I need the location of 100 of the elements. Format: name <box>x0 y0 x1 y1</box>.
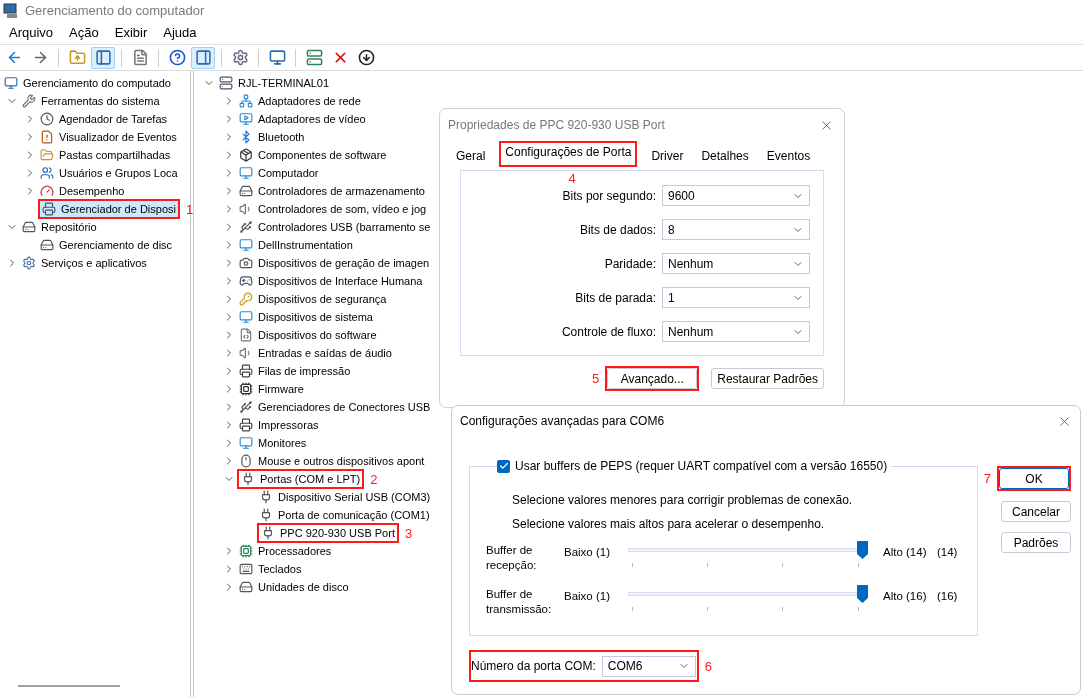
tree-item[interactable]: Desempenho <box>38 183 127 199</box>
dialog-title: Configurações avançadas para COM6 <box>460 413 665 430</box>
package-icon <box>239 148 253 162</box>
printer-icon <box>42 202 56 216</box>
help-icon <box>168 49 186 66</box>
camera-icon <box>239 256 253 270</box>
tree-item[interactable]: Mouse e outros dispositivos apont <box>237 453 427 469</box>
chip-icon <box>239 382 253 396</box>
gauge-icon <box>40 184 54 198</box>
tree-item[interactable]: Adaptadores de rede <box>237 93 363 109</box>
tree-item[interactable]: DellInstrumentation <box>237 237 355 253</box>
tree-item[interactable]: Entradas e saídas de áudio <box>237 345 394 361</box>
tree-item[interactable]: Dispositivos de geração de imagen <box>237 255 432 271</box>
tree-item[interactable]: Filas de impressão <box>237 363 353 379</box>
check-icon <box>498 461 509 471</box>
tree-item[interactable]: Impressoras <box>237 417 321 433</box>
menu-item[interactable]: Ação <box>61 23 107 43</box>
tree-item[interactable]: Monitores <box>237 435 309 451</box>
checkbox[interactable] <box>497 459 510 473</box>
tree-item[interactable]: Ferramentas do sistema <box>20 93 162 109</box>
dropdown[interactable]: Nenhum <box>662 253 810 274</box>
dropdown[interactable]: 9600 <box>662 185 810 206</box>
tree-item[interactable]: Dispositivos de segurança <box>237 291 389 307</box>
monitor-icon <box>239 310 253 324</box>
tree-item[interactable]: Pastas compartilhadas <box>38 147 173 163</box>
document-icon <box>131 49 149 66</box>
tree-item[interactable]: Controladores USB (barramento se <box>237 219 433 235</box>
tree-item[interactable]: Controladores de som, vídeo e jog <box>237 201 429 217</box>
monitor-icon <box>268 49 286 66</box>
dialog-button[interactable]: Avançado... <box>607 368 698 389</box>
field-label: Controle de fluxo: <box>561 323 656 341</box>
annotation-number: 3 <box>404 526 413 540</box>
tree-item[interactable]: Teclados <box>237 561 304 577</box>
file-icon <box>239 328 253 342</box>
tree-item[interactable]: Agendador de Tarefas <box>38 111 170 127</box>
tree-item[interactable]: Porta de comunicação (COM1) <box>257 507 432 523</box>
usb-icon <box>239 220 253 234</box>
tree-item[interactable]: Usuários e Grupos Loca <box>38 165 180 181</box>
field-label: Bits de dados: <box>579 221 656 239</box>
gear-icon <box>231 49 249 66</box>
monitor-icon <box>239 436 253 450</box>
server-icon <box>305 49 323 66</box>
hint-text: Selecione valores menores para corrigir problemas de conexão. <box>511 492 854 509</box>
tree-item[interactable]: Repositório <box>20 219 99 235</box>
annotation-number: 6 <box>704 659 712 673</box>
tree-item[interactable]: PPC 920-930 USB Port <box>259 525 397 541</box>
wrench-icon <box>22 94 36 108</box>
tree-item[interactable]: Unidades de disco <box>237 579 351 595</box>
annotation-number: 1 <box>185 202 194 216</box>
range-max-label: Alto (16) <box>883 589 928 604</box>
tree-item[interactable]: Gerenciamento de disc <box>38 237 175 253</box>
tree-item[interactable]: Bluetooth <box>237 129 307 145</box>
tree-item[interactable]: Serviços e aplicativos <box>20 255 149 271</box>
dialog-button[interactable]: Padrões <box>1001 532 1071 553</box>
tree-item[interactable]: Adaptadores de vídeo <box>237 111 368 127</box>
dialog-button[interactable]: Cancelar <box>1001 501 1071 522</box>
menu-item[interactable]: Exibir <box>106 23 156 43</box>
dropdown[interactable]: 1 <box>662 287 810 308</box>
tree-item[interactable]: Dispositivos do software <box>237 327 379 343</box>
tree-item[interactable]: Gerenciadores de Conectores USB <box>237 399 433 415</box>
field-label: Bits de parada: <box>575 289 656 307</box>
tree-item[interactable]: RJL-TERMINAL01 <box>217 75 332 91</box>
dropdown[interactable]: 8 <box>662 219 810 240</box>
tree-item[interactable]: Gerenciamento do computado <box>2 75 173 91</box>
tab[interactable]: Eventos <box>762 147 815 167</box>
tree-item[interactable]: Controladores de armazenamento <box>237 183 427 199</box>
tree-item[interactable]: Visualizador de Eventos <box>38 129 179 145</box>
menu-item[interactable]: Arquivo <box>1 23 62 43</box>
clock-icon <box>40 112 54 126</box>
tab[interactable]: Driver <box>647 147 688 167</box>
tab[interactable]: Geral <box>452 147 490 167</box>
tab[interactable]: Detalhes <box>697 147 753 167</box>
tree-item[interactable]: Dispositivos de sistema <box>237 309 375 325</box>
tree-item[interactable]: Processadores <box>237 543 334 559</box>
tree-item[interactable]: Computador <box>237 165 321 181</box>
tree-item[interactable]: Portas (COM e LPT) <box>239 471 363 487</box>
dialog-button[interactable]: Restaurar Padrões <box>711 368 824 389</box>
slider-thumb[interactable] <box>857 585 868 603</box>
tree-item[interactable]: Dispositivos de Interface Humana <box>237 273 425 289</box>
field-label: Bits por segundo: <box>562 187 656 205</box>
scrollbar[interactable] <box>18 685 120 687</box>
slider-label: Buffer de recepção: <box>486 543 538 573</box>
dropdown[interactable]: COM6 <box>601 655 696 677</box>
tree-item[interactable]: Firmware <box>237 381 306 397</box>
tree-item[interactable]: Componentes de software <box>237 147 389 163</box>
app-icon <box>3 3 19 19</box>
dialog-button[interactable]: OK <box>999 468 1069 489</box>
keyboard-icon <box>239 562 253 576</box>
slider-thumb[interactable] <box>857 541 868 559</box>
tree-item[interactable]: Gerenciador de Disposi <box>40 201 178 217</box>
plug-icon <box>261 526 275 540</box>
field-label: Número da porta COM: <box>471 658 596 675</box>
mouse-icon <box>239 454 253 468</box>
dropdown[interactable]: Nenhum <box>662 321 810 342</box>
server-icon <box>219 76 233 90</box>
hint-text: Selecione valores mais altos para acelerar o desempenho. <box>511 516 826 533</box>
range-max-label: Alto (14) <box>883 545 928 560</box>
menu-item[interactable]: Ajuda <box>155 23 205 43</box>
drive-icon <box>40 238 54 252</box>
tree-item[interactable]: Dispositivo Serial USB (COM3) <box>257 489 433 505</box>
